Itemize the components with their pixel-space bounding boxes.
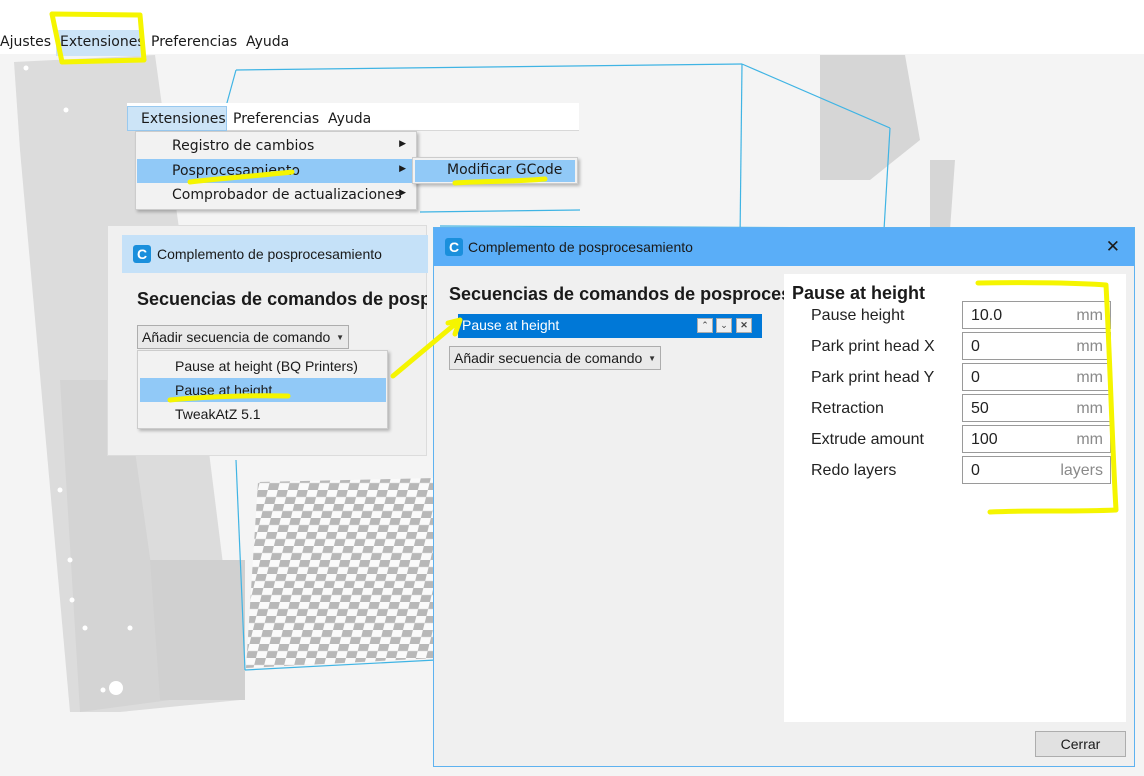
extensions-dropdown: Registro de cambios ▶ Posprocesamiento ▶… <box>135 131 417 210</box>
script-item-label: Pause at height <box>462 317 560 333</box>
field-unit: mm <box>1076 431 1103 448</box>
small-dialog-title-bar: C Complemento de posprocesamiento <box>122 235 428 273</box>
field-value: 0 <box>971 369 980 386</box>
menu-ajustes[interactable]: Ajustes <box>0 34 51 50</box>
menu-ayuda[interactable]: Ayuda <box>246 34 289 50</box>
menu-item-posprocesamiento[interactable]: Posprocesamiento ▶ <box>137 159 415 183</box>
field-value: 10.0 <box>971 307 1003 324</box>
combo-label: Añadir secuencia de comando <box>454 350 643 366</box>
add-script-combo[interactable]: Añadir secuencia de comando ▼ <box>449 346 661 370</box>
dialog-title: Complemento de posprocesamiento <box>468 239 693 255</box>
chevron-down-icon: ▼ <box>336 333 344 342</box>
cura-logo-icon: C <box>445 238 463 256</box>
post-processing-dialog: C Complemento de posprocesamiento ✕ Secu… <box>433 227 1135 767</box>
menu-extensiones[interactable]: Extensiones <box>60 34 145 50</box>
submenu-arrow-icon: ▶ <box>399 188 406 198</box>
submenu-arrow-icon: ▶ <box>399 164 406 174</box>
park-x-field[interactable]: 0 mm <box>962 332 1111 360</box>
chevron-down-icon: ▼ <box>648 354 656 363</box>
field-unit: layers <box>1060 462 1103 479</box>
move-up-icon[interactable]: ⌃ <box>697 318 713 333</box>
option-pause-at-height[interactable]: Pause at height <box>140 378 386 402</box>
menu-item-comprobador-de-actualizaciones[interactable]: Comprobador de actualizaciones ▶ <box>137 183 415 207</box>
combo-label: Añadir secuencia de comando <box>142 329 331 345</box>
menu-bar: Ajustes Extensiones Preferencias Ayuda <box>0 0 1144 56</box>
dialog-title-bar: C Complemento de posprocesamiento ✕ <box>434 228 1134 266</box>
posprocesamiento-submenu: Modificar GCode <box>412 157 578 184</box>
script-settings-panel: Pause at height Pause height 10.0 mm Par… <box>784 274 1126 722</box>
field-unit: mm <box>1076 307 1103 324</box>
setting-park-x: Park print head X 0 mm <box>784 332 1124 362</box>
pause-height-field[interactable]: 10.0 mm <box>962 301 1111 329</box>
submenu-arrow-icon: ▶ <box>399 139 406 149</box>
menu-preferencias[interactable]: Preferencias <box>151 34 237 50</box>
menu-item-label: Registro de cambios <box>172 138 315 154</box>
field-unit: mm <box>1076 338 1103 355</box>
remove-script-icon[interactable]: ✕ <box>736 318 752 333</box>
menu-item-modificar-gcode[interactable]: Modificar GCode <box>447 162 562 178</box>
option-tweakatz[interactable]: TweakAtZ 5.1 <box>140 402 386 426</box>
menu-item-registro-de-cambios[interactable]: Registro de cambios ▶ <box>137 134 415 158</box>
setting-retraction: Retraction 50 mm <box>784 394 1124 424</box>
setting-label: Park print head Y <box>811 369 935 386</box>
extrude-amount-field[interactable]: 100 mm <box>962 425 1111 453</box>
field-value: 0 <box>971 338 980 355</box>
option-label: Pause at height (BQ Printers) <box>175 358 358 374</box>
inset-menu-bar: Extensiones Preferencias Ayuda <box>127 103 579 131</box>
menu-item-label: Posprocesamiento <box>172 163 300 179</box>
park-y-field[interactable]: 0 mm <box>962 363 1111 391</box>
script-options-list: Pause at height (BQ Printers) Pause at h… <box>137 350 388 429</box>
field-value: 100 <box>971 431 998 448</box>
inset-menu-extensiones[interactable]: Extensiones <box>141 111 226 127</box>
small-add-script-combo[interactable]: Añadir secuencia de comando ▼ <box>137 325 349 349</box>
move-down-icon[interactable]: ⌄ <box>716 318 732 333</box>
field-value: 50 <box>971 400 989 417</box>
setting-label: Park print head X <box>811 338 935 355</box>
close-button[interactable]: Cerrar <box>1035 731 1126 757</box>
small-dialog-heading: Secuencias de comandos de posprocesamien… <box>137 289 427 309</box>
setting-label: Extrude amount <box>811 431 924 448</box>
close-icon[interactable]: ✕ <box>1106 237 1120 257</box>
field-unit: mm <box>1076 369 1103 386</box>
inset-menu-preferencias[interactable]: Preferencias <box>233 111 319 127</box>
option-pause-at-height-bq[interactable]: Pause at height (BQ Printers) <box>140 354 386 378</box>
retraction-field[interactable]: 50 mm <box>962 394 1111 422</box>
field-unit: mm <box>1076 400 1103 417</box>
option-label: Pause at height <box>175 382 273 398</box>
option-label: TweakAtZ 5.1 <box>175 406 261 422</box>
setting-redo-layers: Redo layers 0 layers <box>784 456 1124 486</box>
small-dialog-title: Complemento de posprocesamiento <box>157 246 382 262</box>
dialog-heading: Secuencias de comandos de posprocesamien… <box>449 284 789 304</box>
setting-label: Pause height <box>811 307 905 324</box>
setting-label: Retraction <box>811 400 884 417</box>
redo-layers-field[interactable]: 0 layers <box>962 456 1111 484</box>
setting-extrude-amount: Extrude amount 100 mm <box>784 425 1124 455</box>
inset-menu-ayuda[interactable]: Ayuda <box>328 111 371 127</box>
field-value: 0 <box>971 462 980 479</box>
cura-logo-icon: C <box>133 245 151 263</box>
setting-pause-height: Pause height 10.0 mm <box>784 301 1124 331</box>
setting-park-y: Park print head Y 0 mm <box>784 363 1124 393</box>
setting-label: Redo layers <box>811 462 897 479</box>
script-list-item-selected[interactable]: Pause at height ⌃ ⌄ ✕ <box>458 314 762 338</box>
small-dialog-inset: C Complemento de posprocesamiento Secuen… <box>107 225 428 456</box>
menu-item-label: Comprobador de actualizaciones <box>172 187 402 203</box>
